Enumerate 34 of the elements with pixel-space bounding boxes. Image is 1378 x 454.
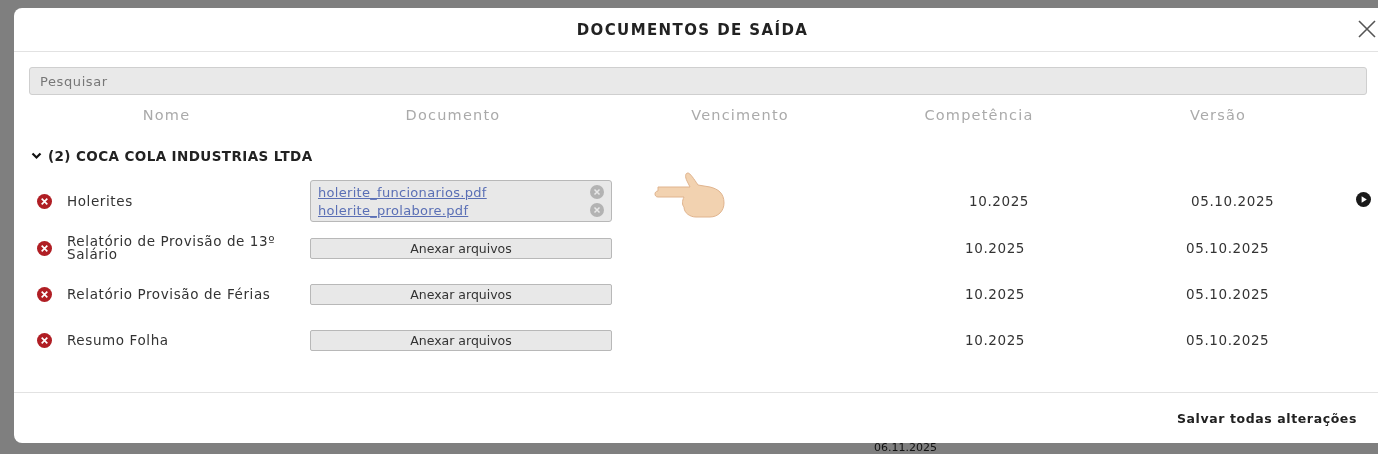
- column-header: Versão: [1189, 107, 1247, 123]
- document-name: Resumo Folha: [67, 333, 170, 347]
- search-field[interactable]: Pesquisar: [29, 67, 1367, 95]
- version-text: 05.10.2025: [1191, 193, 1275, 209]
- competence-text: 10.2025: [969, 193, 1030, 209]
- version-text: 05.10.2025: [1186, 240, 1270, 256]
- column-header: Vencimento: [691, 107, 789, 123]
- document-name: Relatório Provisão de Férias: [67, 287, 272, 301]
- save-all-button[interactable]: Salvar todas alterações: [1176, 411, 1357, 426]
- document-name: Relatório de Provisão de 13º Salário: [67, 235, 277, 261]
- attach-files-button[interactable]: Anexar arquivos: [310, 283, 612, 305]
- error-icon: [37, 286, 52, 302]
- version-text: 05.10.2025: [1186, 332, 1270, 348]
- column-header: Competência: [924, 107, 1034, 123]
- competence-text: 10.2025: [965, 240, 1026, 256]
- competence-text: 10.2025: [965, 332, 1026, 348]
- play-icon[interactable]: [1356, 192, 1371, 207]
- error-icon: [37, 240, 52, 256]
- document-name: Holerites: [67, 194, 134, 208]
- close-icon[interactable]: [1358, 20, 1376, 38]
- attach-files-button[interactable]: Anexar arquivos: [310, 237, 612, 259]
- error-icon: [37, 332, 52, 348]
- date-text: 06.11.2025: [874, 442, 937, 454]
- attach-files-button[interactable]: Anexar arquivos: [310, 329, 612, 351]
- error-icon: [37, 193, 52, 209]
- column-header: Nome: [142, 107, 191, 123]
- competence-text: 10.2025: [965, 286, 1026, 302]
- chevron-icon[interactable]: [31, 152, 42, 160]
- file-link[interactable]: holerite_funcionarios.pdf: [318, 184, 487, 200]
- modal-title: DOCUMENTOS DE SAÍDA: [576, 20, 809, 39]
- file-link[interactable]: holerite_prolabore.pdf: [318, 202, 469, 218]
- column-header: Documento: [405, 107, 501, 123]
- version-text: 05.10.2025: [1186, 286, 1270, 302]
- group-title[interactable]: (2) COCA COLA INDUSTRIAS LTDA: [48, 148, 313, 164]
